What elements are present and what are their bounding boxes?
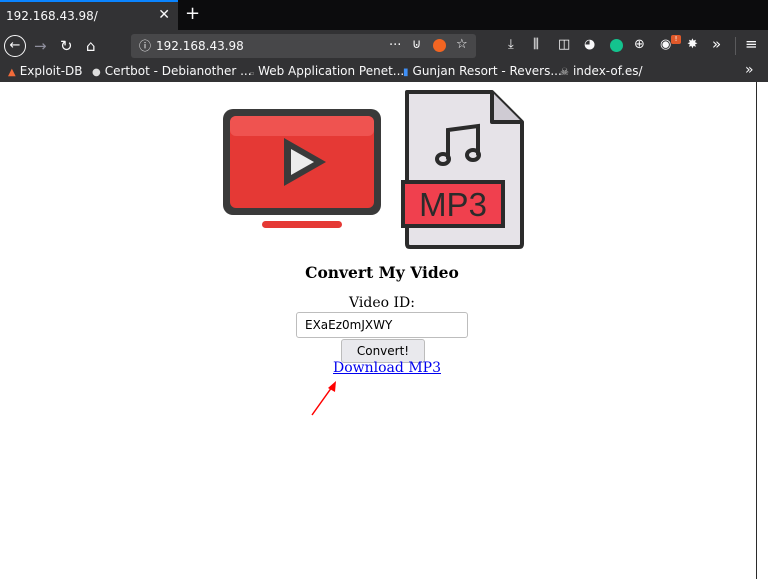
grammarly-icon[interactable]	[610, 39, 623, 52]
reload-icon[interactable]: ↻	[60, 36, 73, 56]
nav-bar: ← → ↻ ⌂ ⓘ 192.168.43.98 ··· ⊍ ☆ ⤓ ⫼ ◫ ◕ …	[0, 30, 768, 62]
page-content: MP3 Convert My Video Video ID: Convert! …	[0, 82, 756, 579]
chart-icon: ▮	[403, 67, 409, 78]
video-id-input[interactable]	[296, 312, 468, 338]
bookmark-label: Certbot - Debianother ...	[104, 64, 252, 78]
settings-gear-icon[interactable]: ✸	[687, 37, 698, 52]
youtube-video-icon	[223, 109, 381, 228]
tab-active[interactable]: 192.168.43.98/ ✕	[0, 0, 178, 30]
page-title: Convert My Video	[305, 263, 459, 282]
extension-icon[interactable]	[433, 39, 446, 52]
bookmark-label: Gunjan Resort - Revers...	[412, 64, 562, 78]
toolbar-divider	[735, 37, 736, 55]
pocket-icon[interactable]: ⊍	[412, 37, 422, 52]
back-arrow-icon[interactable]: ←	[4, 35, 26, 57]
bookmark-label: Exploit-DB	[19, 64, 83, 78]
page-actions-icon[interactable]: ···	[389, 38, 401, 53]
site-info-icon[interactable]: ⓘ	[139, 37, 151, 54]
home-icon[interactable]: ⌂	[86, 36, 96, 56]
close-tab-icon[interactable]: ✕	[158, 7, 170, 23]
bookmark-index-of[interactable]: ☠ index-of.es/	[560, 64, 643, 78]
tab-title: 192.168.43.98/	[6, 9, 98, 23]
url-text[interactable]: 192.168.43.98	[156, 39, 244, 53]
bookmark-star-icon[interactable]: ☆	[456, 37, 468, 52]
download-icon[interactable]: ⤓	[508, 37, 514, 52]
flame-icon: ▲	[8, 67, 16, 78]
addon-icon[interactable]: ◉	[660, 37, 671, 52]
notification-badge: !	[671, 35, 681, 44]
menu-icon[interactable]: ≡	[745, 35, 758, 53]
overflow-icon[interactable]: »	[712, 35, 721, 53]
new-tab-icon[interactable]: +	[185, 3, 200, 24]
annotation-arrow-icon	[311, 381, 336, 416]
mp3-label: MP3	[419, 186, 487, 223]
bookmark-certbot[interactable]: ● Certbot - Debianother ...	[92, 64, 252, 78]
scrollbar-edge	[756, 82, 768, 579]
url-bar[interactable]: ⓘ 192.168.43.98 ··· ⊍ ☆	[131, 34, 476, 58]
bookmarks-toolbar: ▲ Exploit-DB ● Certbot - Debianother ... ▫…	[0, 62, 768, 82]
bookmarks-overflow-icon[interactable]: »	[745, 62, 754, 78]
download-mp3-link[interactable]: Download MP3	[333, 360, 441, 376]
skull-icon: ☠	[560, 67, 569, 78]
certbot-icon: ●	[92, 67, 101, 78]
bookmark-exploit-db[interactable]: ▲ Exploit-DB	[8, 64, 83, 78]
bookmark-label: index-of.es/	[572, 64, 643, 78]
tab-bar: 192.168.43.98/ ✕ +	[0, 0, 768, 30]
video-id-label: Video ID:	[349, 295, 415, 311]
account-icon[interactable]: ◕	[584, 37, 595, 52]
sidebar-icon[interactable]: ◫	[558, 37, 570, 52]
library-icon[interactable]: ⫼	[533, 37, 539, 52]
globe-icon[interactable]: ⊕	[634, 37, 645, 52]
forward-arrow-icon[interactable]: →	[34, 36, 47, 56]
mp3-file-icon: MP3	[401, 90, 524, 249]
bookmark-label: Web Application Penet...	[258, 64, 405, 78]
bookmark-web-app-pentest[interactable]: ▫ Web Application Penet...	[250, 64, 404, 78]
bookmark-gunjan-resort[interactable]: ▮ Gunjan Resort - Revers...	[403, 64, 562, 78]
page-icon: ▫	[250, 70, 255, 77]
